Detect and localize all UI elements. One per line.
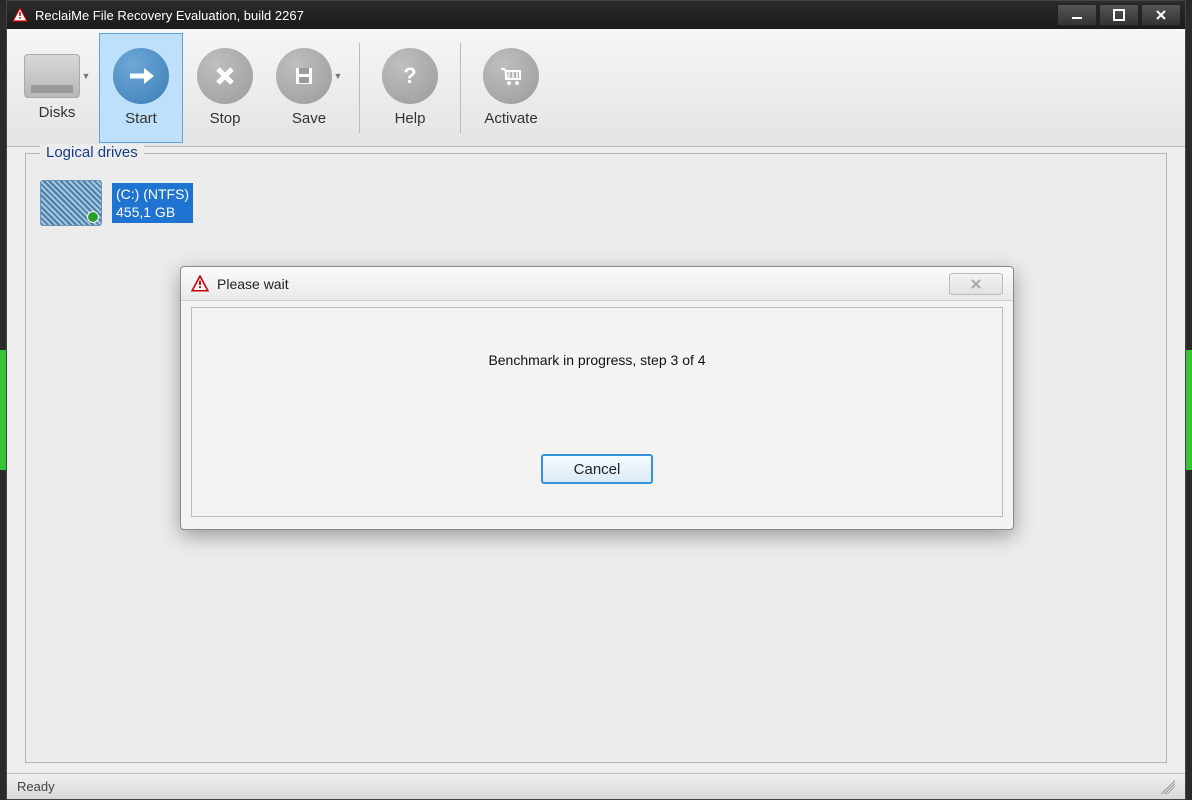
drive-item-c[interactable]: (C:) (NTFS) 455,1 GB [40, 180, 1152, 226]
activate-label: Activate [484, 110, 537, 127]
save-floppy-icon [276, 48, 332, 104]
start-label: Start [125, 110, 157, 127]
titlebar: ReclaiMe File Recovery Evaluation, build… [7, 1, 1185, 29]
save-label: Save [292, 110, 326, 127]
toolbar-separator [359, 43, 360, 133]
dropdown-arrow-icon: ▼ [334, 71, 343, 81]
dialog-close-button[interactable] [949, 273, 1003, 295]
start-arrow-icon [113, 48, 169, 104]
drive-size: 455,1 GB [116, 203, 189, 221]
stop-label: Stop [210, 110, 241, 127]
panel-legend: Logical drives [40, 144, 144, 161]
disks-button[interactable]: ▼ Disks [15, 33, 99, 143]
start-button[interactable]: Start [99, 33, 183, 143]
toolbar: ▼ Disks Start Stop ▼ Save [7, 29, 1185, 147]
disk-icon [24, 54, 80, 98]
close-button[interactable] [1141, 4, 1181, 26]
drive-icon [40, 180, 102, 226]
dialog-body: Benchmark in progress, step 3 of 4 Cance… [191, 307, 1003, 517]
dialog-message: Benchmark in progress, step 3 of 4 [488, 352, 705, 368]
help-question-icon: ? [382, 48, 438, 104]
toolbar-separator [460, 43, 461, 133]
dialog-title-text: Please wait [217, 276, 941, 292]
activate-button[interactable]: Activate [469, 33, 553, 143]
svg-text:?: ? [403, 63, 416, 88]
activate-cart-icon [483, 48, 539, 104]
help-button[interactable]: ? Help [368, 33, 452, 143]
dropdown-arrow-icon: ▼ [82, 71, 91, 81]
disks-label: Disks [39, 104, 76, 121]
resize-grip[interactable] [1161, 780, 1175, 794]
app-icon [11, 6, 29, 24]
stop-button[interactable]: Stop [183, 33, 267, 143]
dialog-titlebar: Please wait [181, 267, 1013, 301]
statusbar: Ready [7, 773, 1185, 799]
please-wait-dialog: Please wait Benchmark in progress, step … [180, 266, 1014, 530]
status-text: Ready [17, 779, 55, 794]
help-label: Help [395, 110, 426, 127]
window-title: ReclaiMe File Recovery Evaluation, build… [35, 8, 1057, 23]
save-button[interactable]: ▼ Save [267, 33, 351, 143]
drive-label: (C:) (NTFS) 455,1 GB [112, 183, 193, 223]
cancel-button[interactable]: Cancel [541, 454, 653, 484]
minimize-button[interactable] [1057, 4, 1097, 26]
drive-name: (C:) (NTFS) [116, 185, 189, 203]
window-controls [1057, 4, 1181, 26]
background-edge-right [1186, 350, 1192, 470]
warning-icon [191, 275, 209, 293]
maximize-button[interactable] [1099, 4, 1139, 26]
stop-x-icon [197, 48, 253, 104]
